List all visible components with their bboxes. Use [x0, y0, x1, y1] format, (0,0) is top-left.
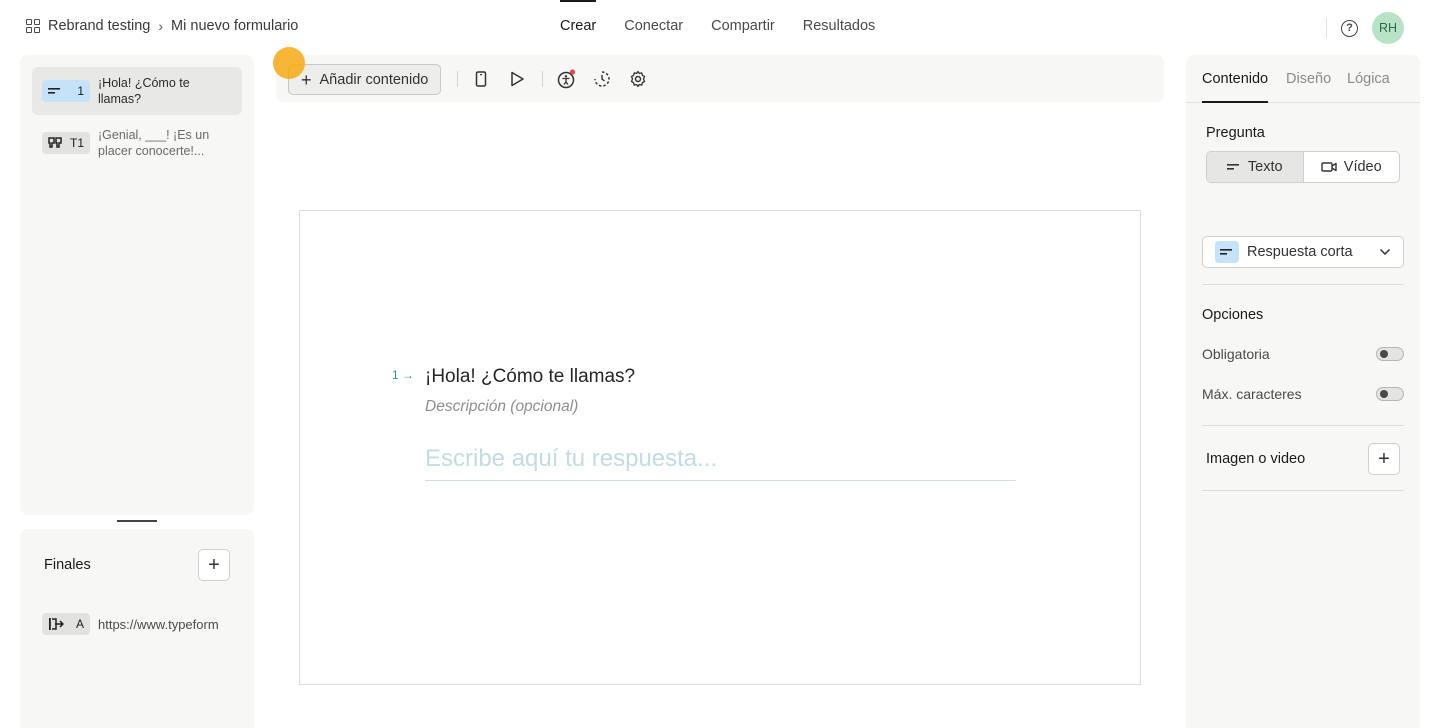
- avatar[interactable]: RH: [1372, 12, 1404, 44]
- main-nav: Crear Conectar Compartir Resultados: [546, 0, 889, 54]
- mobile-preview-icon[interactable]: [470, 68, 492, 90]
- text-option-label: Texto: [1247, 159, 1283, 175]
- statement-badge: T1: [42, 132, 90, 154]
- ending-item-a[interactable]: A https://www.typeform: [42, 613, 219, 635]
- top-right-actions: ? RH: [1326, 12, 1404, 44]
- endings-title: Finales: [44, 557, 91, 573]
- video-option-label: Vídeo: [1343, 159, 1382, 175]
- add-content-button[interactable]: + Añadir contenido: [288, 64, 442, 95]
- question-item-label: ¡Genial, ___! ¡Es un placer conocerte!..…: [98, 128, 210, 158]
- settings-panel: Contenido Diseño Lógica Pregunta Texto V…: [1186, 55, 1420, 728]
- video-option[interactable]: Vídeo: [1304, 152, 1400, 182]
- tab-compartir[interactable]: Compartir: [697, 0, 789, 54]
- divider: [1202, 490, 1404, 491]
- tab-logica[interactable]: Lógica: [1347, 71, 1390, 87]
- question-item-t1[interactable]: T1 ¡Genial, ___! ¡Es un placer conocerte…: [32, 119, 242, 167]
- question-item-label: ¡Hola! ¿Cómo te llamas?: [98, 76, 190, 106]
- image-video-row: Imagen o video +: [1206, 443, 1400, 475]
- arrow-right-icon: →: [402, 368, 415, 382]
- quote-icon: [48, 137, 62, 148]
- opciones-label: Opciones: [1202, 307, 1264, 323]
- workspace-grid-icon[interactable]: [26, 19, 40, 33]
- tab-crear[interactable]: Crear: [546, 0, 610, 54]
- question-number: 1: [77, 84, 84, 98]
- question-number: 1: [392, 368, 399, 382]
- ending-letter: A: [75, 617, 84, 631]
- form-preview-canvas: 1 → ¡Hola! ¿Cómo te llamas? Descripción …: [299, 210, 1141, 685]
- text-option[interactable]: Texto: [1207, 152, 1304, 182]
- chevron-down-icon: [1379, 248, 1391, 256]
- short-text-icon: [1226, 164, 1239, 170]
- question-title[interactable]: ¡Hola! ¿Cómo te llamas?: [425, 366, 635, 388]
- tab-contenido[interactable]: Contenido: [1202, 71, 1269, 103]
- breadcrumb-form-name[interactable]: Mi nuevo formulario: [171, 18, 298, 34]
- statement-number: T1: [69, 136, 84, 150]
- ending-url: https://www.typeform: [98, 616, 219, 632]
- toolbar-divider: [542, 71, 543, 87]
- video-camera-icon: [1321, 162, 1337, 172]
- divider: [1202, 425, 1404, 426]
- question-media-toggle: Texto Vídeo: [1206, 151, 1400, 183]
- short-text-icon: [1215, 241, 1239, 263]
- tab-resultados[interactable]: Resultados: [789, 0, 890, 54]
- breadcrumb: Rebrand testing › Mi nuevo formulario: [26, 18, 298, 34]
- play-icon[interactable]: [506, 68, 528, 90]
- question-type-value: Respuesta corta: [1247, 244, 1353, 260]
- question-list-panel: 1 ¡Hola! ¿Cómo te llamas? T1 ¡Genial, __…: [20, 55, 254, 515]
- question-badge: 1: [42, 80, 90, 102]
- add-content-label: Añadir contenido: [319, 71, 429, 88]
- image-video-label: Imagen o video: [1206, 451, 1306, 467]
- settings-icon[interactable]: [627, 68, 649, 90]
- divider: [1202, 284, 1404, 285]
- divider: [1326, 18, 1327, 38]
- ending-badge: A: [42, 613, 90, 635]
- plus-icon: +: [1378, 447, 1390, 470]
- question-type-dropdown[interactable]: Respuesta corta: [1202, 236, 1404, 268]
- question-description[interactable]: Descripción (opcional): [425, 398, 578, 416]
- short-text-icon: [48, 88, 60, 94]
- endings-panel: Finales + A https://www.typeform: [20, 529, 254, 728]
- breadcrumb-separator: ›: [158, 18, 164, 34]
- max-chars-toggle[interactable]: [1376, 387, 1404, 401]
- breadcrumb-workspace[interactable]: Rebrand testing: [48, 18, 150, 34]
- plus-icon: +: [208, 553, 220, 576]
- option-required-label: Obligatoria: [1202, 346, 1270, 362]
- pointer-highlight: [273, 47, 305, 79]
- question-number-indicator: 1 →: [392, 368, 414, 382]
- accessibility-icon[interactable]: [555, 68, 577, 90]
- option-required: Obligatoria: [1202, 346, 1404, 362]
- tab-conectar[interactable]: Conectar: [610, 0, 697, 54]
- help-icon[interactable]: ?: [1341, 19, 1358, 37]
- pregunta-label: Pregunta: [1206, 125, 1265, 141]
- option-max-chars: Máx. caracteres: [1202, 386, 1404, 402]
- redirect-icon: [49, 618, 64, 630]
- toolbar-divider: [457, 71, 458, 87]
- top-bar: Rebrand testing › Mi nuevo formulario Cr…: [0, 0, 1440, 54]
- add-image-button[interactable]: +: [1368, 443, 1400, 475]
- plus-icon: +: [301, 69, 312, 90]
- question-item-1[interactable]: 1 ¡Hola! ¿Cómo te llamas?: [32, 67, 242, 115]
- add-ending-button[interactable]: +: [198, 549, 230, 581]
- loading-screen-icon[interactable]: [591, 68, 613, 90]
- option-max-chars-label: Máx. caracteres: [1202, 386, 1302, 402]
- required-toggle[interactable]: [1376, 347, 1404, 361]
- settings-tabs: Contenido Diseño Lógica: [1186, 55, 1420, 103]
- answer-input[interactable]: Escribe aquí tu respuesta...: [425, 445, 1016, 481]
- editor-toolbar: + Añadir contenido: [276, 55, 1164, 102]
- panel-resize-handle[interactable]: [117, 520, 157, 522]
- tab-diseno[interactable]: Diseño: [1286, 71, 1331, 87]
